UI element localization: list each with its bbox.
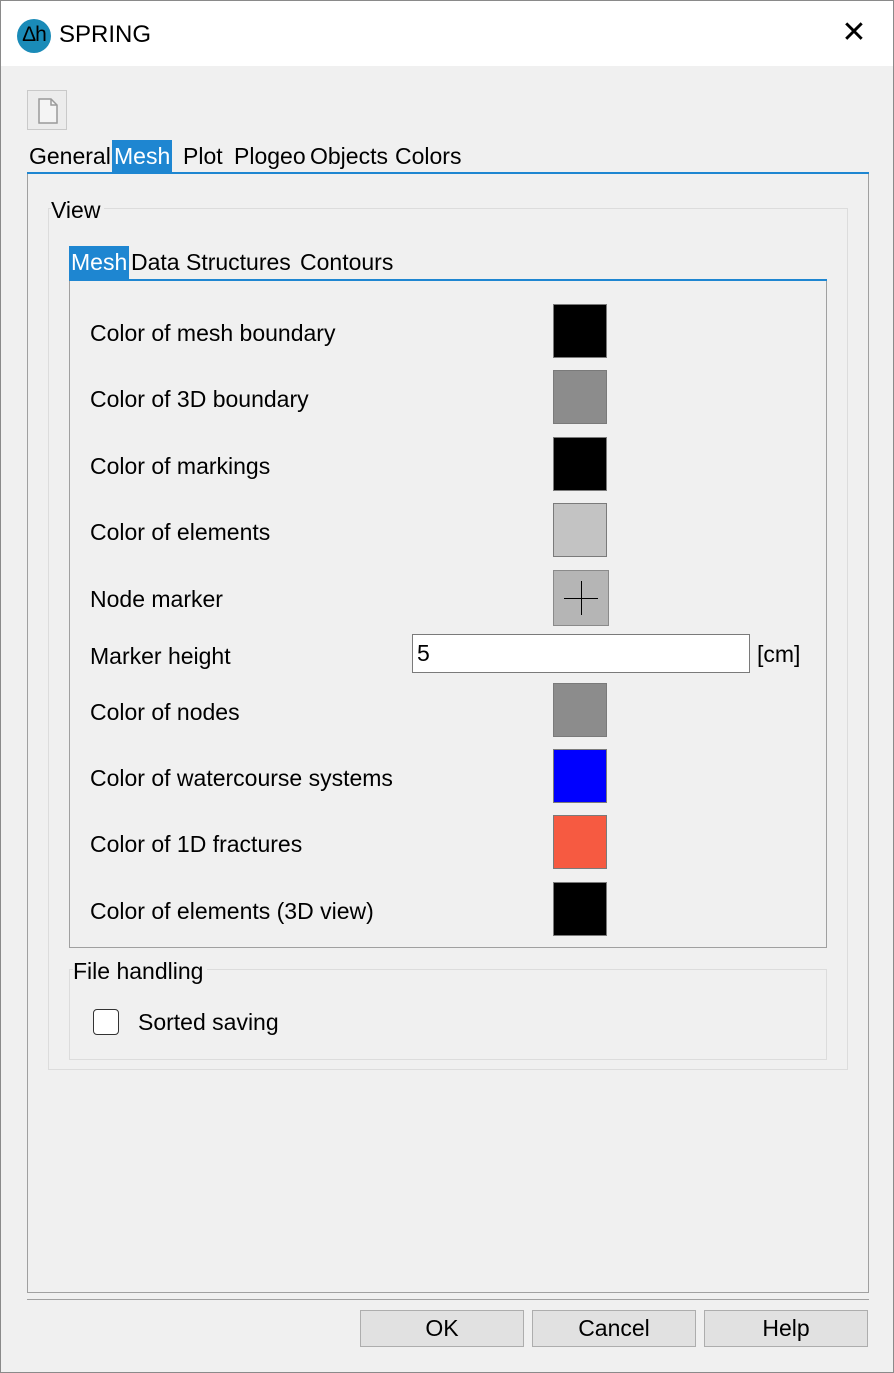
- elements-3d-label: Color of elements (3D view): [90, 898, 374, 924]
- sorted-saving-checkbox[interactable]: [93, 1009, 119, 1035]
- marker-height-label: Marker height: [90, 643, 231, 669]
- ok-button[interactable]: OK: [360, 1310, 524, 1347]
- window-title: SPRING: [59, 21, 152, 48]
- subtab-mesh[interactable]: Mesh: [69, 246, 130, 279]
- fractures-1d-label: Color of 1D fractures: [90, 831, 303, 857]
- elements-color-swatch[interactable]: [553, 503, 607, 557]
- elements-label: Color of elements: [90, 519, 271, 545]
- tab-colors[interactable]: Colors: [393, 140, 463, 172]
- dialog-window: Δh SPRING ✕ General Mesh Plot Plogeo Obj…: [0, 0, 894, 1373]
- tab-plot[interactable]: Plot: [181, 140, 225, 172]
- help-button[interactable]: Help: [704, 1310, 868, 1347]
- boundary-3d-color-swatch[interactable]: [553, 370, 607, 424]
- node-marker-label: Node marker: [90, 586, 223, 612]
- markings-label: Color of markings: [90, 453, 271, 479]
- new-file-button[interactable]: [27, 90, 67, 130]
- boundary-3d-label: Color of 3D boundary: [90, 386, 309, 412]
- file-handling-group-label: File handling: [73, 958, 208, 985]
- tab-objects[interactable]: Objects: [308, 140, 390, 172]
- app-logo-icon: Δh: [17, 19, 51, 53]
- marker-height-unit: [cm]: [757, 641, 801, 667]
- view-group-label: View: [51, 197, 105, 224]
- nodes-label: Color of nodes: [90, 699, 240, 725]
- tab-plogeo[interactable]: Plogeo: [232, 140, 308, 172]
- document-icon: [38, 98, 58, 124]
- cancel-button[interactable]: Cancel: [532, 1310, 696, 1347]
- sorted-saving-label: Sorted saving: [138, 1009, 279, 1035]
- markings-color-swatch[interactable]: [553, 437, 607, 491]
- watercourse-label: Color of watercourse systems: [90, 765, 393, 791]
- mesh-boundary-color-swatch[interactable]: [553, 304, 607, 358]
- mesh-boundary-label: Color of mesh boundary: [90, 320, 336, 346]
- fractures-1d-color-swatch[interactable]: [553, 815, 607, 869]
- node-marker-button[interactable]: [553, 570, 609, 626]
- close-button[interactable]: ✕: [831, 13, 877, 53]
- title-bar: Δh SPRING ✕: [1, 1, 893, 66]
- elements-3d-color-swatch[interactable]: [553, 882, 607, 936]
- tab-mesh[interactable]: Mesh: [112, 140, 173, 172]
- marker-height-input[interactable]: 5: [412, 634, 750, 673]
- footer-divider: [27, 1299, 869, 1300]
- watercourse-color-swatch[interactable]: [553, 749, 607, 803]
- subtab-data-structures[interactable]: Data Structures: [129, 246, 293, 279]
- nodes-color-swatch[interactable]: [553, 683, 607, 737]
- subtab-contours[interactable]: Contours: [298, 246, 395, 279]
- tab-general[interactable]: General: [27, 140, 113, 172]
